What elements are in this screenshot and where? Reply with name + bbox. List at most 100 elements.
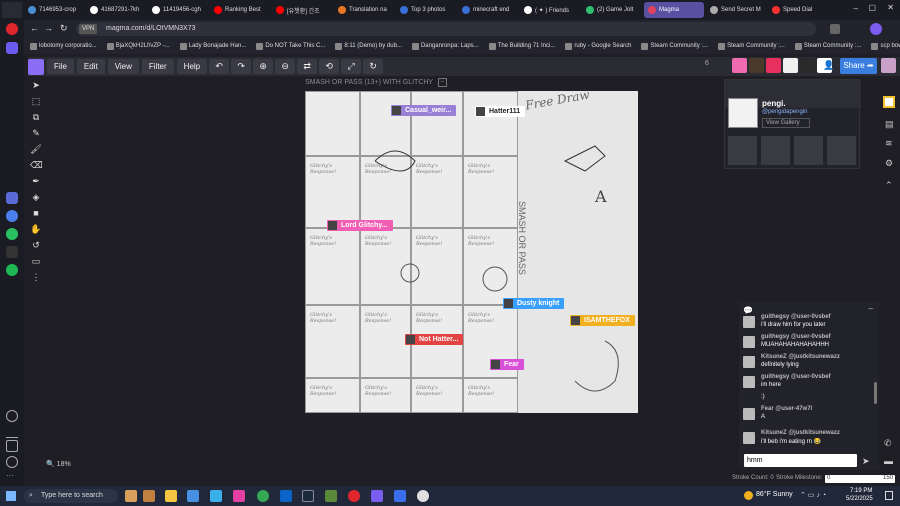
browser-tab[interactable]: ( ✦ ) Friends xyxy=(520,2,580,18)
tray-icons[interactable]: ⌃ ▭ ♪ ◔ xyxy=(800,491,826,499)
brush-tool-icon[interactable]: 🖌 xyxy=(30,143,42,155)
bookmark-item[interactable]: lobotomy corporatio... xyxy=(30,42,97,50)
send-icon[interactable]: ➤ xyxy=(862,456,870,467)
home-icon[interactable] xyxy=(6,42,18,54)
downloads-icon[interactable] xyxy=(6,426,18,438)
browser-tab[interactable]: Magma xyxy=(644,2,704,18)
browser-tab[interactable]: Top 3 photos xyxy=(396,2,456,18)
gallery-thumb[interactable] xyxy=(794,136,823,165)
layers-stack-icon[interactable]: ≋ xyxy=(885,138,893,149)
reload-icon[interactable]: ↻ xyxy=(60,23,68,34)
bookmark-item[interactable]: Lady Bonajade Han... xyxy=(179,42,246,50)
taskbar-app-icon[interactable] xyxy=(371,490,383,502)
taskbar-app-icon[interactable] xyxy=(187,490,199,502)
settings-icon[interactable] xyxy=(6,456,18,468)
chat-scrollbar[interactable] xyxy=(874,382,877,404)
minecraft-icon[interactable] xyxy=(325,490,337,502)
clock-date[interactable]: 5/22/2025 xyxy=(846,496,873,502)
taskbar-app-icon[interactable] xyxy=(417,490,429,502)
bookmark-item[interactable]: Do NOT Take This C... xyxy=(256,42,325,50)
color-swatch-icon[interactable] xyxy=(883,96,895,108)
weather-icon[interactable] xyxy=(744,491,753,500)
title-dropdown-icon[interactable]: – xyxy=(437,77,447,87)
collaborator-avatar[interactable] xyxy=(800,58,815,73)
window-maximize-icon[interactable]: ▢ xyxy=(868,3,876,12)
opera-logo-icon[interactable] xyxy=(6,23,18,35)
collaborator-avatar[interactable] xyxy=(766,58,781,73)
history-icon[interactable] xyxy=(6,410,18,422)
window-close-icon[interactable]: ✕ xyxy=(887,3,894,12)
chat-minimize-icon[interactable]: – xyxy=(869,304,873,313)
bookmark-item[interactable]: Danganronpa: Laps... xyxy=(411,42,479,50)
milestone-slider[interactable]: 0 150 xyxy=(825,475,895,483)
browser-tab[interactable]: Ranking Best xyxy=(210,2,270,18)
menu-file[interactable]: File xyxy=(47,59,74,74)
windows-start-icon[interactable] xyxy=(6,491,16,501)
browser-tab[interactable]: [유챗환] 긴조 xyxy=(272,2,332,18)
weather-text[interactable]: 86°F Sunny xyxy=(756,491,793,498)
menu-edit[interactable]: Edit xyxy=(76,59,105,74)
select-tool-icon[interactable]: ⬚ xyxy=(30,95,42,107)
bookmark-item[interactable]: ruby - Google Search xyxy=(565,42,631,50)
notification-icon[interactable] xyxy=(885,491,893,500)
browser-tab[interactable]: Send Secret M xyxy=(706,2,766,18)
view-gallery-button[interactable]: View Gallery xyxy=(762,118,810,128)
undo-icon[interactable]: ↶ xyxy=(209,59,230,74)
collapse-panel-icon[interactable]: ⌃ xyxy=(885,180,893,191)
shape-tool-icon[interactable]: ■ xyxy=(30,207,42,219)
opera-icon[interactable] xyxy=(348,490,360,502)
rotate-icon[interactable]: ⟲ xyxy=(319,59,340,74)
bookmark-item[interactable]: Steam Community :... xyxy=(641,42,708,50)
sidebar-app-icon[interactable] xyxy=(6,192,18,204)
back-icon[interactable]: ← xyxy=(30,23,39,33)
flip-icon[interactable]: ⇄ xyxy=(297,59,318,74)
forward-icon[interactable]: → xyxy=(44,23,53,33)
hand-tool-icon[interactable]: ✋ xyxy=(30,223,42,235)
menu-help[interactable]: Help xyxy=(176,59,208,74)
more-tools-icon[interactable]: ⋮ xyxy=(30,271,42,283)
extensions-icon[interactable] xyxy=(830,24,840,34)
file-explorer-icon[interactable] xyxy=(165,490,177,502)
bookmark-item[interactable]: BjaXQkH2Lf/vZP -... xyxy=(106,42,170,50)
menu-view[interactable]: View xyxy=(107,59,139,74)
collaborator-avatar[interactable] xyxy=(749,58,764,73)
taskbar-app-icon[interactable] xyxy=(143,490,155,502)
comment-tool-icon[interactable]: ▭ xyxy=(30,255,42,267)
browser-menu-icon[interactable] xyxy=(2,2,22,18)
taskbar-app-icon[interactable] xyxy=(125,490,137,502)
add-user-icon[interactable]: 👤 xyxy=(823,60,834,71)
bookmark-item[interactable]: 8:11 (Demo) by dub... xyxy=(335,42,402,50)
history-tool-icon[interactable]: ↺ xyxy=(30,239,42,251)
x-icon[interactable] xyxy=(6,246,18,258)
bookmark-item[interactable]: scp bow - Google S... xyxy=(871,42,900,50)
color-tool-icon[interactable]: ✒ xyxy=(30,175,42,187)
bookmark-item[interactable]: Steam Community :... xyxy=(718,42,785,50)
steam-icon[interactable] xyxy=(302,490,314,502)
browser-tab[interactable]: 11419456-cgh xyxy=(148,2,208,18)
spotify-icon[interactable] xyxy=(6,264,18,276)
panel-settings-icon[interactable]: ⚙ xyxy=(885,158,893,169)
menu-filter[interactable]: Filter xyxy=(141,59,174,74)
reset-icon[interactable]: ↻ xyxy=(363,59,384,74)
window-minimize-icon[interactable]: – xyxy=(854,4,858,13)
phone-icon[interactable]: ✆ xyxy=(884,438,892,449)
drawing-canvas[interactable]: Glitchy's Response! Glitchy's Response! Gl… xyxy=(305,91,638,413)
browser-tab[interactable]: 41687291-7kh xyxy=(86,2,146,18)
fullscreen-icon[interactable]: ⤢ xyxy=(341,59,362,74)
gallery-thumb[interactable] xyxy=(761,136,790,165)
collaborator-avatar[interactable] xyxy=(783,58,798,73)
zoom-out-icon[interactable]: ⊖ xyxy=(275,59,296,74)
whatsapp-icon[interactable] xyxy=(6,228,18,240)
zoom-in-icon[interactable]: ⊕ xyxy=(253,59,274,74)
more-icon[interactable]: ··· xyxy=(6,472,18,484)
profile-icon[interactable] xyxy=(870,23,882,35)
fill-tool-icon[interactable]: ◈ xyxy=(30,191,42,203)
clock-time[interactable]: 7:19 PM xyxy=(850,488,872,494)
browser-tab[interactable]: (2) Game Jolt xyxy=(582,2,642,18)
chat-input[interactable]: hmm xyxy=(744,454,857,467)
vpn-badge[interactable]: VPN xyxy=(79,24,98,34)
taskbar-app-icon[interactable] xyxy=(210,490,222,502)
messenger-icon[interactable] xyxy=(6,210,18,222)
browser-tab[interactable]: 7146953-crop xyxy=(24,2,84,18)
taskbar-app-icon[interactable] xyxy=(233,490,245,502)
